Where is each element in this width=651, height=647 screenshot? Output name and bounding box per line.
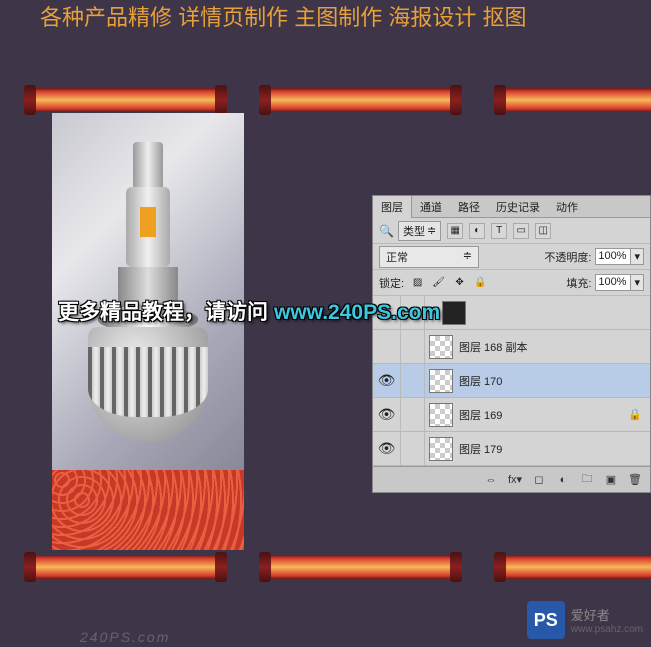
layer-name[interactable]: 图层 179 bbox=[459, 441, 502, 457]
led-bulb-graphic bbox=[78, 132, 218, 452]
scroll-segment bbox=[28, 555, 223, 579]
tab-channels[interactable]: 通道 bbox=[412, 196, 450, 218]
opacity-dropdown-icon[interactable]: ▾ bbox=[631, 248, 644, 265]
visibility-toggle[interactable] bbox=[373, 330, 401, 363]
tab-history[interactable]: 历史记录 bbox=[488, 196, 548, 218]
panel-footer: ⇔ fx▾ ◻ ◐ 🗀 ▣ 🗑 bbox=[373, 466, 650, 492]
scroll-decoration-bottom bbox=[28, 555, 651, 579]
overlay-text-1: 更多精品教程，请访问 bbox=[58, 296, 268, 326]
tab-actions[interactable]: 动作 bbox=[548, 196, 586, 218]
filter-type-label: 类型 bbox=[403, 223, 425, 239]
layer-indent bbox=[401, 364, 425, 397]
filter-pixel-icon[interactable]: ▦ bbox=[447, 223, 463, 239]
overlay-text-2: www.240PS.com bbox=[274, 301, 440, 325]
scroll-segment bbox=[498, 88, 651, 112]
layer-thumbnail[interactable] bbox=[429, 437, 453, 461]
lock-all-icon[interactable]: 🔒 bbox=[473, 275, 488, 290]
scroll-segment bbox=[263, 555, 458, 579]
layer-row[interactable]: 👁 图层 169 🔒 bbox=[373, 398, 650, 432]
layer-row[interactable]: 👁 图层 179 bbox=[373, 432, 650, 466]
site-watermark: PS 爱好者 www.psahz.com bbox=[527, 601, 643, 639]
lock-indicator-icon: 🔒 bbox=[628, 408, 642, 421]
watermark-overlay: 更多精品教程，请访问 www.240PS.com bbox=[58, 296, 440, 326]
layer-row[interactable]: 👁 图层 170 bbox=[373, 364, 650, 398]
layer-fx-icon[interactable]: fx▾ bbox=[506, 472, 524, 488]
layers-panel: 图层 通道 路径 历史记录 动作 🔍 类型 ≑ ▦ ◐ T ▭ ◫ 正常 ≑ 不… bbox=[372, 195, 651, 493]
layer-name[interactable]: 图层 168 副本 bbox=[459, 339, 527, 355]
lock-transparent-icon[interactable]: ▨ bbox=[410, 275, 425, 290]
dropdown-icon: ≑ bbox=[463, 249, 472, 265]
visibility-toggle[interactable]: 👁 bbox=[373, 364, 401, 397]
filter-type-select[interactable]: 类型 ≑ bbox=[398, 221, 441, 241]
adjustment-layer-icon[interactable]: ◐ bbox=[554, 472, 572, 488]
fill-input[interactable]: 100% bbox=[595, 274, 631, 291]
visibility-toggle[interactable]: 👁 bbox=[373, 398, 401, 431]
layer-group-icon[interactable]: 🗀 bbox=[578, 472, 596, 488]
filter-adjustment-icon[interactable]: ◐ bbox=[469, 223, 485, 239]
opacity-label: 不透明度: bbox=[544, 249, 591, 265]
filter-shape-icon[interactable]: ▭ bbox=[513, 223, 529, 239]
layer-thumbnail[interactable] bbox=[429, 403, 453, 427]
fill-dropdown-icon[interactable]: ▾ bbox=[631, 274, 644, 291]
fill-label: 填充: bbox=[566, 275, 591, 291]
lock-label: 锁定: bbox=[379, 275, 404, 291]
layer-name[interactable]: 图层 170 bbox=[459, 373, 502, 389]
link-layers-icon[interactable]: ⇔ bbox=[482, 472, 500, 488]
blend-mode-value: 正常 bbox=[386, 249, 408, 265]
ps-logo: PS bbox=[527, 601, 565, 639]
canvas-artwork[interactable] bbox=[52, 113, 244, 550]
filter-smart-icon[interactable]: ◫ bbox=[535, 223, 551, 239]
layer-indent bbox=[401, 432, 425, 465]
watermark-url: www.psahz.com bbox=[571, 624, 643, 635]
header-service-text: 各种产品精修 详情页制作 主图制作 海报设计 抠图 bbox=[40, 0, 526, 32]
layer-indent bbox=[401, 398, 425, 431]
scroll-segment bbox=[498, 555, 651, 579]
layer-mask-icon[interactable]: ◻ bbox=[530, 472, 548, 488]
opacity-input[interactable]: 100% bbox=[595, 248, 631, 265]
lock-position-icon[interactable]: ✥ bbox=[452, 275, 467, 290]
scroll-segment bbox=[263, 88, 458, 112]
layer-thumbnail[interactable] bbox=[429, 335, 453, 359]
watermark-text: 爱好者 bbox=[571, 605, 643, 624]
red-pattern-panel bbox=[52, 470, 244, 550]
visibility-toggle[interactable]: 👁 bbox=[373, 432, 401, 465]
layer-thumbnail[interactable] bbox=[442, 301, 466, 325]
blend-row: 正常 ≑ 不透明度: 100% ▾ bbox=[373, 244, 650, 270]
tab-paths[interactable]: 路径 bbox=[450, 196, 488, 218]
layer-indent bbox=[401, 330, 425, 363]
panel-tabs: 图层 通道 路径 历史记录 动作 bbox=[373, 196, 650, 218]
filter-row: 🔍 类型 ≑ ▦ ◐ T ▭ ◫ bbox=[373, 218, 650, 244]
tab-layers[interactable]: 图层 bbox=[373, 196, 412, 218]
scroll-decoration-top bbox=[28, 88, 651, 112]
dropdown-icon: ≑ bbox=[427, 224, 436, 237]
scroll-segment bbox=[28, 88, 223, 112]
delete-layer-icon[interactable]: 🗑 bbox=[626, 472, 644, 488]
blend-mode-select[interactable]: 正常 ≑ bbox=[379, 246, 479, 268]
layer-name[interactable]: 图层 169 bbox=[459, 407, 502, 423]
bottom-watermark: 240PS.com bbox=[80, 629, 170, 645]
search-icon[interactable]: 🔍 bbox=[379, 224, 394, 238]
lock-image-icon[interactable]: 🖌 bbox=[431, 275, 446, 290]
new-layer-icon[interactable]: ▣ bbox=[602, 472, 620, 488]
lock-row: 锁定: ▨ 🖌 ✥ 🔒 填充: 100% ▾ bbox=[373, 270, 650, 296]
layer-row[interactable]: 图层 168 副本 bbox=[373, 330, 650, 364]
layer-thumbnail[interactable] bbox=[429, 369, 453, 393]
filter-type-icon[interactable]: T bbox=[491, 223, 507, 239]
product-image bbox=[52, 113, 244, 470]
